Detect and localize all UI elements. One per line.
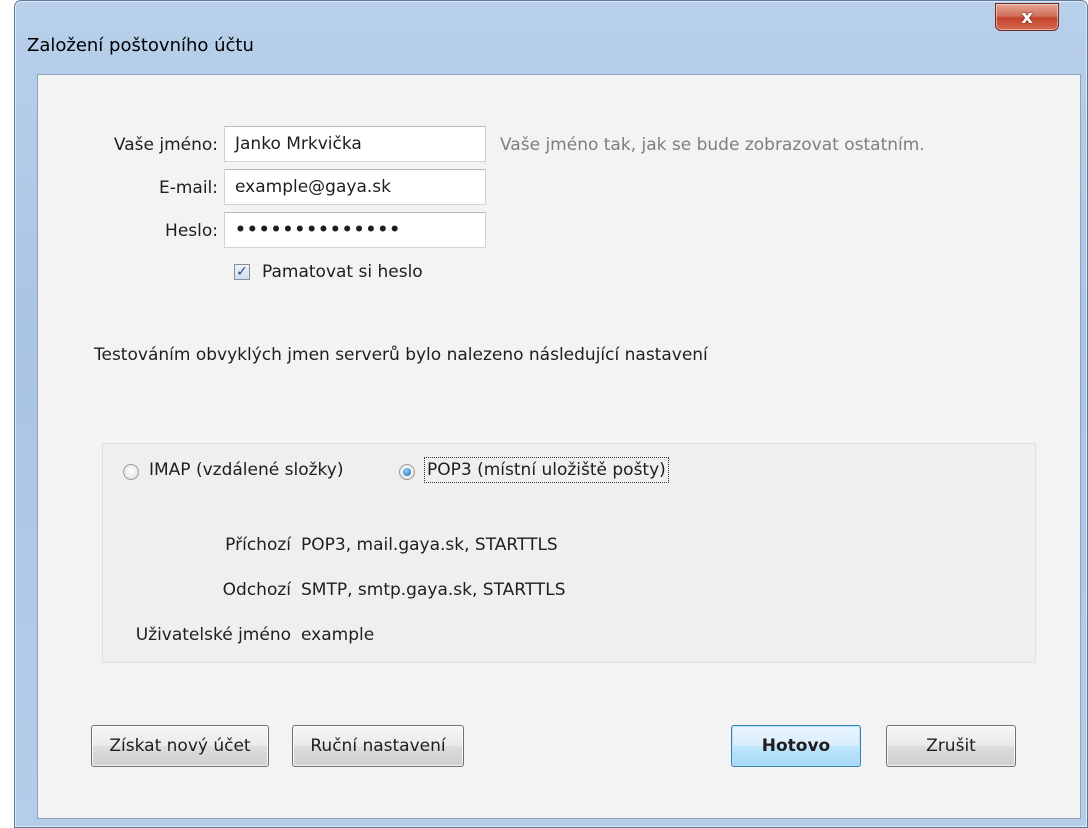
outgoing-value: SMTP, smtp.gaya.sk, STARTTLS (301, 580, 566, 600)
checkmark-icon: ✓ (236, 264, 248, 280)
name-label: Vaše jméno: (113, 135, 218, 155)
status-text: Testováním obvyklých jmen serverů bylo n… (94, 345, 708, 365)
remember-password-label[interactable]: Pamatovat si heslo (262, 262, 423, 282)
pop3-radio[interactable] (399, 464, 415, 480)
dialog-window: Založení poštovního účtu x Vaše jméno: J… (14, 0, 1088, 828)
close-button[interactable]: x (995, 3, 1059, 31)
password-label: Heslo: (165, 221, 218, 241)
dialog-content: Vaše jméno: Janko Mrkvička Vaše jméno ta… (37, 74, 1081, 819)
email-input[interactable]: example@gaya.sk (224, 169, 486, 205)
name-input-value: Janko Mrkvička (235, 134, 362, 154)
name-input[interactable]: Janko Mrkvička (224, 126, 486, 162)
password-input[interactable]: •••••••••••••• (224, 212, 486, 248)
done-button[interactable]: Hotovo (731, 725, 861, 767)
username-value: example (301, 625, 375, 645)
server-settings-group: IMAP (vzdálené složky) POP3 (místní ulož… (102, 443, 1036, 663)
incoming-value: POP3, mail.gaya.sk, STARTTLS (301, 535, 558, 555)
incoming-label: Příchozí (225, 535, 291, 555)
window-title: Založení poštovního účtu (27, 35, 254, 56)
email-input-value: example@gaya.sk (235, 177, 391, 197)
name-hint: Vaše jméno tak, jak se bude zobrazovat o… (500, 135, 925, 155)
pop3-radio-label[interactable]: POP3 (místní uložiště pošty) (424, 457, 669, 483)
imap-radio[interactable] (123, 464, 139, 480)
manual-config-button[interactable]: Ruční nastavení (292, 725, 464, 767)
close-icon: x (1021, 6, 1033, 28)
outgoing-label: Odchozí (222, 580, 291, 600)
email-label: E-mail: (158, 178, 218, 198)
remember-password-checkbox[interactable]: ✓ (234, 264, 250, 280)
get-new-account-button[interactable]: Získat nový účet (91, 725, 269, 767)
password-mask: •••••••••••••• (235, 220, 402, 240)
cancel-button[interactable]: Zrušit (886, 725, 1016, 767)
imap-radio-label[interactable]: IMAP (vzdálené složky) (149, 460, 343, 480)
username-label: Uživatelské jméno (135, 625, 291, 645)
